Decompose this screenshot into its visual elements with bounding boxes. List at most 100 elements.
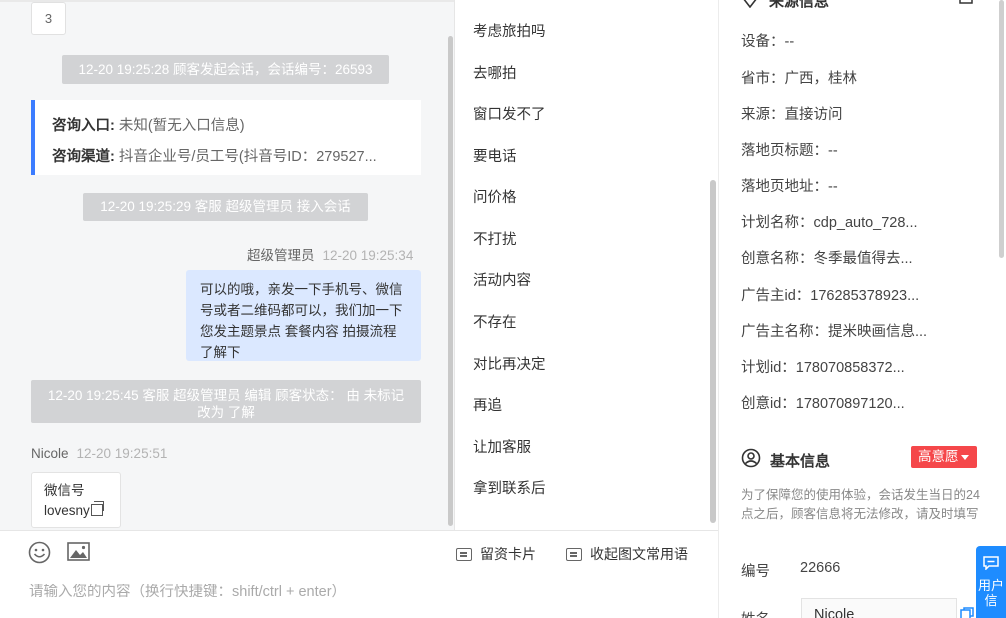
quick-reply-item[interactable]: 要电话: [473, 145, 517, 166]
row-label: 落地页标题：: [741, 143, 828, 159]
intent-badge[interactable]: 高意愿: [911, 446, 977, 468]
row-value: 直接访问: [784, 107, 843, 123]
customer-meta: Nicole 12-20 19:25:51: [31, 446, 167, 461]
user-info-float-button[interactable]: 用户信: [976, 546, 1006, 618]
channel-row: 咨询渠道: 抖音企业号/员工号(抖音号ID：279527...: [52, 145, 377, 166]
row-value: --: [828, 179, 838, 195]
row-label: 创意名称：: [741, 251, 814, 267]
lead-card-button[interactable]: 留资卡片: [456, 544, 536, 564]
user-circle-icon: [741, 448, 761, 468]
name-label: 姓名: [741, 608, 770, 618]
page-number[interactable]: 3: [31, 2, 66, 35]
info-row: 广告主名称：提米映画信息...: [741, 320, 927, 341]
row-label: 计划名称：: [741, 215, 814, 231]
info-row: 来源：直接访问: [741, 103, 843, 124]
row-value: cdp_auto_728...: [813, 215, 918, 231]
customer-message-bubble: 微信号 lovesny: [31, 472, 121, 528]
row-label: 来源：: [741, 107, 785, 123]
entry-label: 咨询入口:: [52, 118, 115, 134]
id-label: 编号: [741, 564, 770, 580]
copy-icon[interactable]: [960, 607, 974, 618]
row-label: 广告主名称：: [741, 324, 828, 340]
system-message: 12-20 19:25:28 顾客发起会话，会话编号：26593: [62, 55, 389, 84]
name-field[interactable]: Nicole: [801, 598, 957, 618]
info-scrollbar[interactable]: [999, 0, 1004, 258]
row-value: 178070897120...: [795, 396, 905, 412]
chat-scrollbar[interactable]: [448, 36, 453, 526]
row-value: 冬季最值得去...: [813, 251, 913, 267]
basic-section-title: 基本信息: [770, 453, 831, 470]
chat-icon: [983, 556, 999, 570]
quick-reply-item[interactable]: 窗口发不了: [473, 103, 546, 124]
smile-icon[interactable]: [28, 541, 51, 564]
image-icon[interactable]: [67, 542, 90, 561]
chat-panel: 3 12-20 19:25:28 顾客发起会话，会话编号：26593 咨询入口:…: [0, 0, 455, 530]
divider: [0, 0, 454, 2]
info-row: 设备：--: [741, 30, 794, 51]
row-label: 广告主id：: [741, 288, 811, 304]
lead-card-label: 留资卡片: [480, 546, 536, 562]
customer-line: lovesny: [44, 501, 120, 521]
info-row: 计划名称：cdp_auto_728...: [741, 211, 918, 232]
agent-time: 12-20 19:25:34: [322, 248, 414, 263]
channel-value: 抖音企业号/员工号(抖音号ID：279527...: [118, 149, 377, 165]
phrases-icon: [566, 548, 582, 561]
edit-icon[interactable]: [959, 0, 973, 4]
row-label: 设备：: [741, 34, 785, 50]
row-label: 计划id：: [741, 360, 796, 376]
info-row: 创意id：178070897120...: [741, 392, 905, 413]
info-row: 省市：广西，桂林: [741, 67, 857, 88]
quick-reply-panel: 考虑旅拍吗 去哪拍 窗口发不了 要电话 问价格 不打扰 活动内容 不存在 对比再…: [455, 0, 718, 530]
customer-time: 12-20 19:25:51: [76, 446, 168, 461]
id-value: 22666: [800, 560, 841, 576]
quick-reply-item[interactable]: 问价格: [473, 186, 517, 207]
quick-reply-item[interactable]: 拿到联系后: [473, 477, 546, 498]
entry-value: 未知(暂无入口信息): [118, 118, 245, 134]
customer-name: Nicole: [31, 446, 69, 461]
agent-meta: 超级管理员 12-20 19:25:34: [247, 244, 413, 264]
agent-name: 超级管理员: [247, 248, 315, 263]
info-row: 落地页地址：--: [741, 175, 838, 196]
message-input[interactable]: [29, 584, 689, 600]
agent-message-bubble: 可以的哦，亲发一下手机号、微信号或者二维码都可以，我们加一下您发主题景点 套餐内…: [186, 270, 421, 361]
card-icon: [456, 548, 472, 561]
entry-row: 咨询入口: 未知(暂无入口信息): [52, 114, 245, 135]
row-value: --: [784, 34, 795, 50]
entry-info-card: 咨询入口: 未知(暂无入口信息) 咨询渠道: 抖音企业号/员工号(抖音号ID：2…: [31, 100, 421, 175]
row-value: 广西，桂林: [784, 71, 858, 87]
row-label: 省市：: [741, 71, 785, 87]
quick-reply-item[interactable]: 对比再决定: [473, 353, 546, 374]
diamond-icon: [743, 0, 757, 8]
info-row: 计划id：178070858372...: [741, 356, 905, 377]
float-button-label: 用户信: [977, 578, 1004, 608]
channel-label: 咨询渠道:: [52, 149, 115, 165]
edit-deadline-note: 为了保障您的使用体验，会话发生当日的24点之后，顾客信息将无法修改，请及时填写: [741, 488, 980, 521]
quick-reply-item[interactable]: 不存在: [473, 311, 517, 332]
collapse-phrases-button[interactable]: 收起图文常用语: [566, 544, 688, 564]
copy-icon[interactable]: [90, 501, 104, 516]
compose-area: 留资卡片 收起图文常用语: [0, 530, 718, 618]
system-message: 12-20 19:25:45 客服 超级管理员 编辑 顾客状态： 由 未标记 改…: [31, 380, 421, 423]
wechat-id: lovesny: [44, 503, 90, 518]
customer-line: 微信号: [44, 483, 85, 498]
row-value: 提米映画信息...: [828, 324, 928, 340]
quick-reply-item[interactable]: 活动内容: [473, 269, 531, 290]
row-value: 178070858372...: [795, 360, 905, 376]
row-value: 176285378923...: [810, 288, 920, 304]
row-value: --: [828, 143, 838, 159]
quick-reply-item[interactable]: 去哪拍: [473, 62, 517, 83]
quick-reply-item[interactable]: 考虑旅拍吗: [473, 20, 546, 41]
quick-reply-scrollbar[interactable]: [710, 180, 716, 523]
info-row: 广告主id：176285378923...: [741, 284, 919, 305]
quick-reply-item[interactable]: 让加客服: [473, 436, 531, 457]
row-label: 创意id：: [741, 396, 796, 412]
collapse-label: 收起图文常用语: [590, 546, 688, 562]
source-section-title: 来源信息: [769, 0, 830, 10]
quick-reply-item[interactable]: 再追: [473, 394, 502, 415]
row-label: 落地页地址：: [741, 179, 828, 195]
quick-reply-item[interactable]: 不打扰: [473, 228, 517, 249]
customer-info-panel: 来源信息 设备：-- 省市：广西，桂林 来源：直接访问 落地页标题：-- 落地页…: [718, 0, 1006, 618]
system-message: 12-20 19:25:29 客服 超级管理员 接入会话: [83, 193, 368, 221]
info-row: 创意名称：冬季最值得去...: [741, 247, 913, 268]
info-row: 落地页标题：--: [741, 139, 838, 160]
